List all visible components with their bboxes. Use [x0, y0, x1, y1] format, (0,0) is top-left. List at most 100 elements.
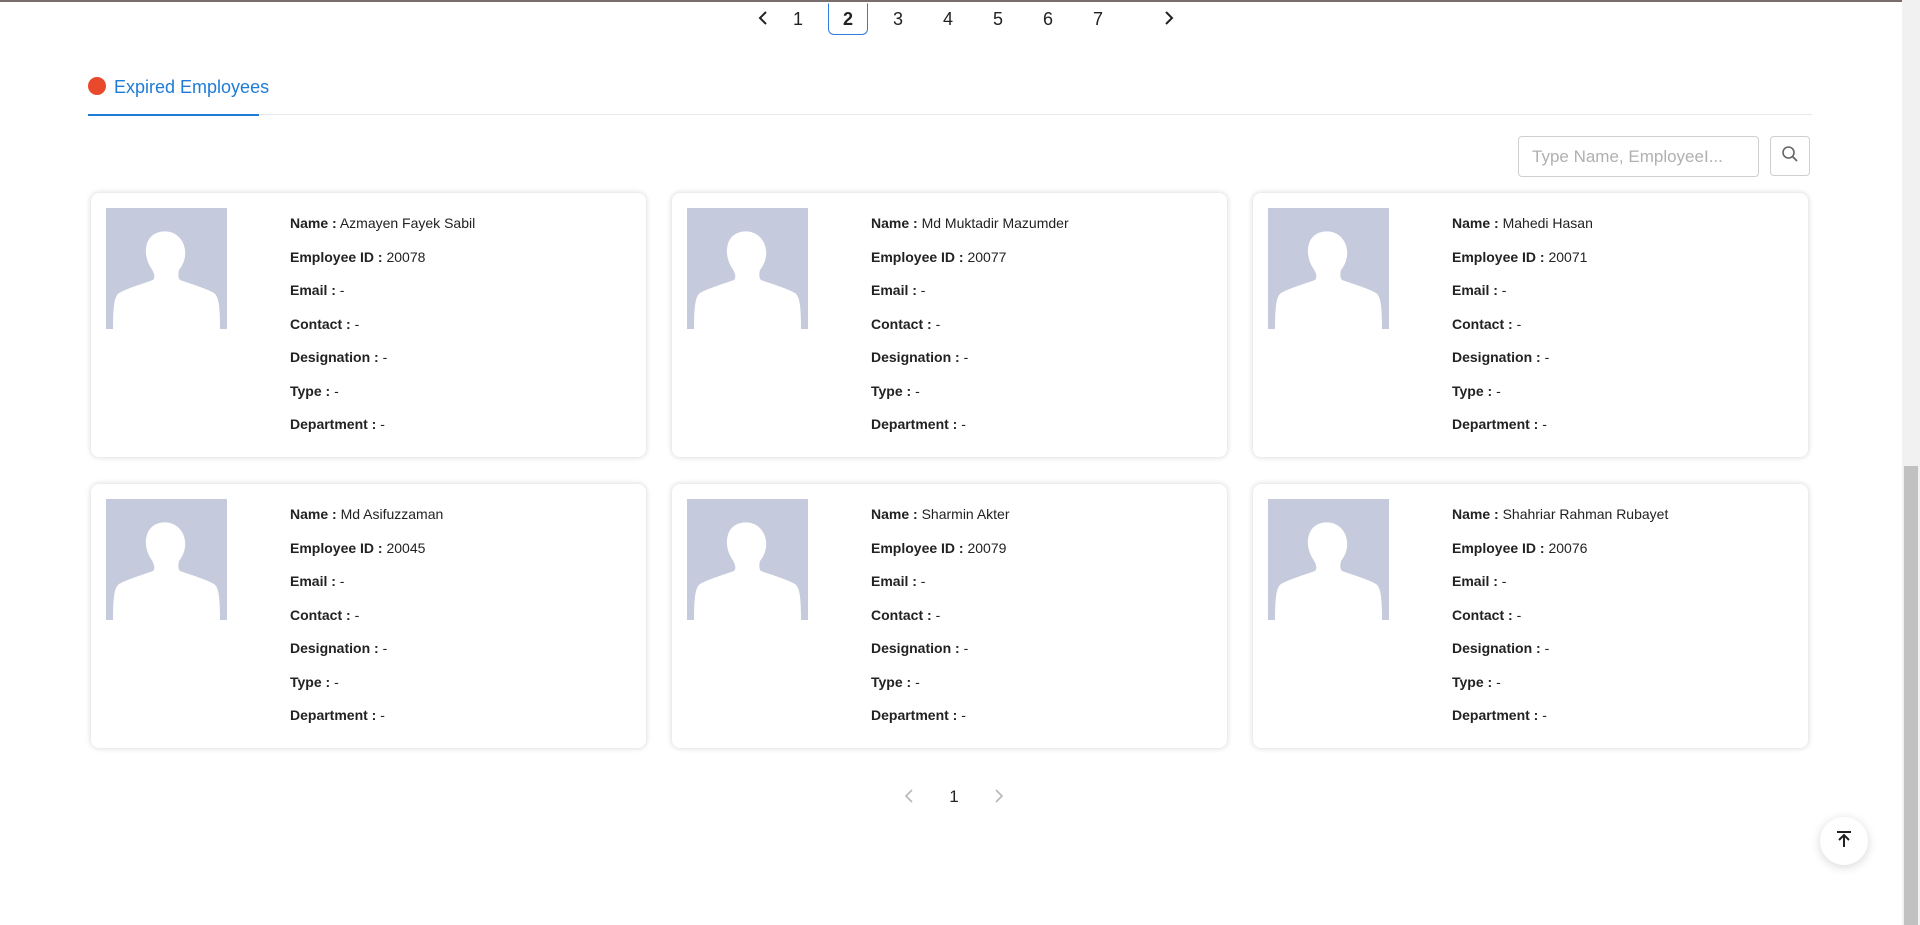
- department-value: -: [961, 416, 966, 432]
- employee-card[interactable]: Name : Azmayen Fayek Sabil Employee ID :…: [91, 193, 646, 457]
- designation-value: -: [382, 640, 388, 656]
- email-value: -: [920, 282, 926, 298]
- field-department: Department : -: [290, 707, 385, 723]
- page-button-3[interactable]: 3: [878, 3, 918, 35]
- email-value: -: [1501, 573, 1507, 589]
- back-to-top-button[interactable]: [1820, 817, 1868, 865]
- field-type: Type : -: [290, 382, 339, 399]
- status-dot-icon: [88, 77, 106, 95]
- type-value: -: [1496, 382, 1501, 399]
- field-name: Name : Md Muktadir Mazumder: [871, 215, 1069, 231]
- employee-card[interactable]: Name : Shahriar Rahman Rubayet Employee …: [1253, 484, 1808, 748]
- chevron-left-icon: [904, 786, 914, 809]
- field-department: Department : -: [1452, 416, 1547, 432]
- name-value: Md Muktadir Mazumder: [921, 215, 1069, 231]
- search-input[interactable]: [1518, 136, 1759, 177]
- field-contact: Contact : -: [1452, 315, 1522, 332]
- chevron-right-icon: [994, 786, 1004, 809]
- field-type: Type : -: [1452, 673, 1501, 690]
- employee-card[interactable]: Name : Sharmin Akter Employee ID : 20079…: [672, 484, 1227, 748]
- page-button-6[interactable]: 6: [1028, 3, 1068, 35]
- contact-value: -: [1516, 315, 1522, 332]
- employee-card[interactable]: Name : Mahedi Hasan Employee ID : 20071 …: [1253, 193, 1808, 457]
- tab-expired-employees[interactable]: Expired Employees: [88, 70, 269, 116]
- field-designation: Designation : -: [1452, 640, 1550, 656]
- type-value: -: [334, 382, 339, 399]
- next-page-button[interactable]: [1154, 2, 1184, 36]
- field-type: Type : -: [871, 673, 920, 690]
- top-pagination: 1 2 3 4 5 6 7: [748, 2, 1184, 36]
- field-department: Department : -: [871, 416, 966, 432]
- search-button[interactable]: [1770, 136, 1810, 176]
- page-button-2[interactable]: 2: [828, 3, 868, 35]
- field-designation: Designation : -: [1452, 349, 1550, 365]
- email-value: -: [920, 573, 926, 589]
- prev-page-button[interactable]: [894, 782, 924, 812]
- designation-value: -: [963, 349, 969, 365]
- page-button-4[interactable]: 4: [928, 3, 968, 35]
- employee-info: Name : Md Muktadir Mazumder Employee ID …: [871, 215, 1069, 450]
- search-icon: [1781, 145, 1799, 168]
- email-value: -: [339, 573, 345, 589]
- employee-info: Name : Mahedi Hasan Employee ID : 20071 …: [1452, 215, 1593, 450]
- next-page-button[interactable]: [984, 782, 1014, 812]
- avatar-placeholder: [1268, 208, 1389, 329]
- vertical-scrollbar[interactable]: [1902, 0, 1920, 925]
- contact-value: -: [354, 315, 360, 332]
- employee-info: Name : Md Asifuzzaman Employee ID : 2004…: [290, 506, 443, 741]
- name-value: Sharmin Akter: [921, 506, 1010, 522]
- designation-value: -: [963, 640, 969, 656]
- field-name: Name : Shahriar Rahman Rubayet: [1452, 506, 1669, 522]
- field-name: Name : Mahedi Hasan: [1452, 215, 1593, 231]
- employee-id-value: 20071: [1548, 248, 1588, 265]
- department-value: -: [380, 707, 385, 723]
- scrollbar-thumb[interactable]: [1904, 466, 1918, 925]
- type-value: -: [915, 673, 920, 690]
- tab-bar: Expired Employees: [88, 70, 1812, 116]
- employee-card[interactable]: Name : Md Asifuzzaman Employee ID : 2004…: [91, 484, 646, 748]
- department-value: -: [1542, 416, 1547, 432]
- avatar-placeholder: [687, 499, 808, 620]
- field-email: Email : -: [871, 282, 926, 298]
- employee-card-grid: Name : Azmayen Fayek Sabil Employee ID :…: [91, 193, 1808, 748]
- bottom-pagination: 1: [894, 782, 1014, 812]
- page-button-5[interactable]: 5: [978, 3, 1018, 35]
- type-value: -: [915, 382, 920, 399]
- employee-card[interactable]: Name : Md Muktadir Mazumder Employee ID …: [672, 193, 1227, 457]
- avatar-placeholder: [106, 208, 227, 329]
- name-value: Mahedi Hasan: [1502, 215, 1593, 231]
- field-type: Type : -: [290, 673, 339, 690]
- field-email: Email : -: [1452, 573, 1507, 589]
- page-button-1[interactable]: 1: [778, 3, 818, 35]
- field-email: Email : -: [290, 573, 345, 589]
- field-employee-id: Employee ID : 20077: [871, 248, 1007, 265]
- field-name: Name : Sharmin Akter: [871, 506, 1010, 522]
- field-type: Type : -: [871, 382, 920, 399]
- employee-id-value: 20077: [967, 248, 1007, 265]
- employee-id-value: 20076: [1548, 539, 1588, 556]
- field-designation: Designation : -: [871, 349, 969, 365]
- email-value: -: [1501, 282, 1507, 298]
- type-value: -: [1496, 673, 1501, 690]
- page-button-7[interactable]: 7: [1078, 3, 1118, 35]
- prev-page-button[interactable]: [748, 2, 778, 36]
- employee-id-value: 20078: [386, 248, 426, 265]
- employee-info: Name : Shahriar Rahman Rubayet Employee …: [1452, 506, 1668, 741]
- designation-value: -: [1544, 640, 1550, 656]
- tab-active-indicator: [88, 114, 259, 116]
- field-email: Email : -: [290, 282, 345, 298]
- contact-value: -: [354, 606, 360, 623]
- avatar-placeholder: [106, 499, 227, 620]
- email-value: -: [339, 282, 345, 298]
- contact-value: -: [935, 315, 941, 332]
- field-designation: Designation : -: [290, 640, 388, 656]
- designation-value: -: [382, 349, 388, 365]
- field-contact: Contact : -: [290, 315, 360, 332]
- employee-id-value: 20045: [386, 539, 426, 556]
- page-button-1[interactable]: 1: [934, 782, 974, 812]
- field-name: Name : Md Asifuzzaman: [290, 506, 444, 522]
- field-contact: Contact : -: [290, 606, 360, 623]
- field-department: Department : -: [290, 416, 385, 432]
- avatar-placeholder: [687, 208, 808, 329]
- field-contact: Contact : -: [1452, 606, 1522, 623]
